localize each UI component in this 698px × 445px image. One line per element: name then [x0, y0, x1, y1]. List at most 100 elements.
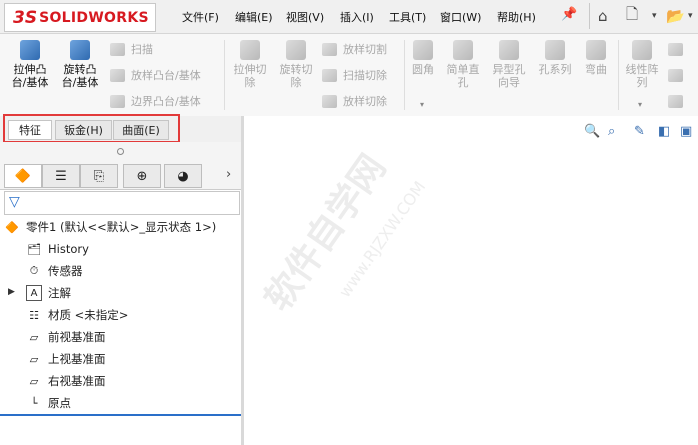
loft-cut-icon [322, 42, 337, 56]
expand-arrow-icon[interactable]: ▶ [8, 287, 15, 297]
zoom-area-icon[interactable]: ⌕ [608, 124, 615, 139]
sweep-label: 扫描 [131, 43, 153, 56]
menu-view[interactable]: 视图(V) [286, 9, 324, 25]
sensor-icon: ⏱ [29, 264, 39, 277]
draft-button[interactable] [668, 66, 689, 84]
revolve-cut-button[interactable]: 旋转切 除 [272, 38, 320, 89]
chevron-down-icon[interactable]: ▾ [688, 5, 693, 27]
tree-item-material[interactable]: ☷ 材质 <未指定> [26, 305, 128, 325]
tree-item-history[interactable]: 🗂 History [26, 239, 89, 259]
tree-filter[interactable]: ▽ [4, 191, 240, 215]
tree-item-label: 上视基准面 [48, 352, 106, 366]
simple-hole-button[interactable]: 简单直 孔 [440, 38, 486, 89]
sweep-cut-button[interactable]: 扫描切除 [322, 66, 387, 84]
loft-boss-label: 放样凸台/基体 [131, 69, 201, 82]
chevron-down-icon[interactable]: ▾ [420, 100, 424, 109]
tree-item-label: 传感器 [48, 264, 83, 278]
fillet-icon [413, 40, 433, 60]
crosshair-icon: ⊕ [136, 168, 148, 184]
solidworks-logo[interactable]: 3S SOLIDWORKS [4, 3, 156, 32]
extrude-boss-label: 拉伸凸 台/基体 [11, 63, 49, 89]
hole-wizard-icon [499, 40, 519, 60]
hole-series-icon [545, 40, 565, 60]
loft-cut-2-label: 放样切除 [343, 95, 387, 108]
command-manager-ribbon: 拉伸凸 台/基体 旋转凸 台/基体 扫描 放样凸台/基体 边界凸台/基体 拉伸切… [0, 34, 698, 117]
bend-icon [586, 40, 606, 60]
boundary-boss-icon [110, 94, 125, 108]
menu-tools[interactable]: 工具(T) [389, 9, 426, 25]
plane-icon: ▱ [29, 374, 39, 388]
view-orientation-icon[interactable]: ▣ [680, 124, 692, 139]
tree-root-label: 零件1 (默认<<默认>_显示状态 1>) [26, 220, 217, 234]
property-list-icon: ☰ [55, 168, 67, 184]
pin-icon[interactable]: 📌 [561, 7, 577, 22]
fillet-label: 圆角 [412, 63, 434, 76]
origin-icon: └ [30, 396, 38, 410]
sweep-icon [110, 42, 125, 56]
boundary-boss-button[interactable]: 边界凸台/基体 [110, 92, 201, 110]
menu-bar: 3S SOLIDWORKS 文件(F) 编辑(E) 视图(V) 插入(I) 工具… [0, 0, 698, 34]
linear-pattern-button[interactable]: 线性阵 列 [620, 38, 664, 89]
tree-item-label: 前视基准面 [48, 330, 106, 344]
property-manager-tab[interactable]: ☰ [42, 164, 80, 188]
tree-item-annotations[interactable]: A 注解 [26, 283, 71, 303]
shell-button[interactable] [668, 92, 689, 110]
rib-button[interactable] [668, 40, 689, 58]
feature-manager-tab[interactable]: 🔶 [4, 164, 42, 188]
revolve-boss-button[interactable]: 旋转凸 台/基体 [56, 38, 104, 89]
chevron-down-icon[interactable]: ▾ [638, 100, 642, 109]
loft-cut-2-button[interactable]: 放样切除 [322, 92, 387, 110]
loft-cut-label: 放样切割 [343, 43, 387, 56]
new-document-icon[interactable]: 🗋 [626, 5, 638, 27]
hole-wizard-label: 异型孔 向导 [492, 63, 526, 89]
annotation-icon: A [26, 285, 42, 301]
ribbon-separator [618, 40, 619, 110]
previous-view-icon[interactable]: ✎ [634, 124, 645, 139]
tree-item-sensors[interactable]: ⏱ 传感器 [26, 261, 83, 281]
revolve-boss-label: 旋转凸 台/基体 [61, 63, 99, 89]
sweep-button[interactable]: 扫描 [110, 40, 153, 58]
tree-item-top-plane[interactable]: ▱ 上视基准面 [26, 349, 106, 369]
sweep-cut-icon [322, 68, 337, 82]
extrude-boss-button[interactable]: 拉伸凸 台/基体 [6, 38, 54, 89]
linear-pattern-label: 线性阵 列 [625, 63, 659, 89]
panel-tabs: 🔶 ☰ ⎘ ⊕ ◕ › [0, 162, 241, 190]
part-icon: 🔶 [5, 220, 19, 234]
extrude-cut-label: 拉伸切 除 [233, 63, 267, 89]
section-view-icon[interactable]: ◧ [658, 124, 670, 139]
loft-cut-button[interactable]: 放样切割 [322, 40, 387, 58]
menu-edit[interactable]: 编辑(E) [235, 9, 273, 25]
home-icon[interactable]: ⌂ [598, 5, 608, 27]
display-manager-tab[interactable]: ◕ [164, 164, 202, 188]
hole-wizard-button[interactable]: 异型孔 向导 [486, 38, 532, 89]
plane-icon: ▱ [29, 352, 39, 366]
panel-grip-icon[interactable] [117, 148, 124, 155]
revolve-cut-label: 旋转切 除 [279, 63, 313, 89]
chevron-right-icon[interactable]: › [226, 167, 231, 182]
material-icon: ☷ [29, 308, 39, 322]
hole-series-button[interactable]: 孔系列 [532, 38, 578, 76]
menu-help[interactable]: 帮助(H) [497, 9, 536, 25]
open-folder-icon[interactable]: 📂 [666, 5, 685, 27]
loft-boss-button[interactable]: 放样凸台/基体 [110, 66, 201, 84]
tree-item-front-plane[interactable]: ▱ 前视基准面 [26, 327, 106, 347]
simple-hole-icon [453, 40, 473, 60]
menu-window[interactable]: 窗口(W) [440, 9, 481, 25]
feature-tree-icon: 🔶 [14, 168, 32, 184]
panel-header [0, 142, 241, 162]
bend-button[interactable]: 弯曲 [574, 38, 618, 76]
extrude-cut-icon [240, 40, 260, 60]
tree-root[interactable]: 🔶 零件1 (默认<<默认>_显示状态 1>) [4, 217, 216, 237]
tree-item-origin[interactable]: └ 原点 [26, 393, 71, 413]
chevron-down-icon[interactable]: ▾ [652, 5, 657, 27]
extrude-cut-button[interactable]: 拉伸切 除 [226, 38, 274, 89]
ribbon-separator [224, 40, 225, 110]
filter-icon: ▽ [9, 194, 20, 210]
tree-item-right-plane[interactable]: ▱ 右视基准面 [26, 371, 106, 391]
menu-insert[interactable]: 插入(I) [340, 9, 374, 25]
zoom-to-fit-icon[interactable]: 🔍 [584, 124, 600, 139]
ds-logo-mark: 3S [13, 7, 38, 28]
dimxpert-tab[interactable]: ⊕ [123, 164, 161, 188]
menu-file[interactable]: 文件(F) [182, 9, 219, 25]
configuration-manager-tab[interactable]: ⎘ [80, 164, 118, 188]
